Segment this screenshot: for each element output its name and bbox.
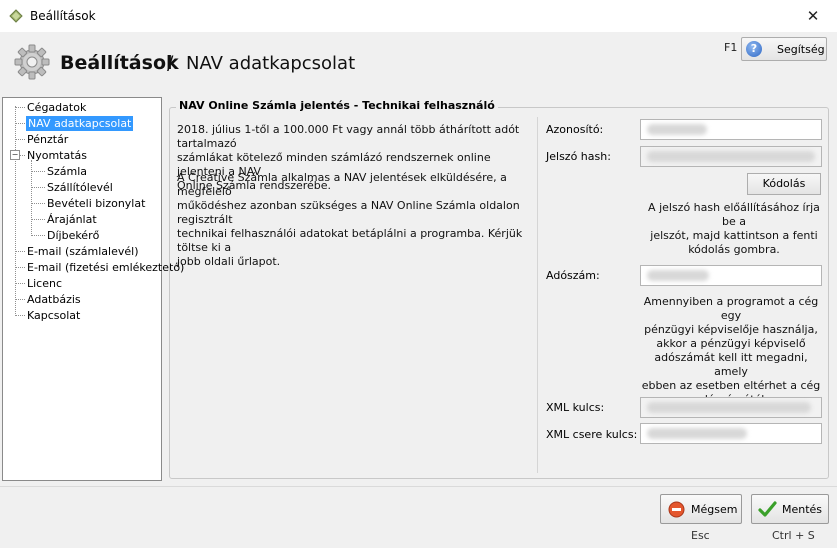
- save-shortcut: Ctrl + S: [772, 529, 815, 542]
- tree-line: [31, 171, 45, 172]
- breadcrumb-separator: /: [167, 52, 174, 74]
- cancel-icon: [668, 501, 685, 518]
- redacted-value: [647, 124, 707, 135]
- tree-line: [15, 315, 25, 316]
- tree-line: [31, 235, 45, 236]
- tree-line: [20, 155, 25, 156]
- info-paragraph-2: A Creative Számla alkalmas a NAV jelenté…: [177, 171, 532, 269]
- redacted-value: [647, 428, 747, 439]
- tree-line: [15, 107, 25, 108]
- checkmark-icon: [758, 501, 777, 517]
- redacted-value: [647, 151, 815, 162]
- tree-item-email-fizetesi-emlekezteto[interactable]: E-mail (fizetési emlékeztető): [27, 260, 184, 275]
- azonosito-label: Azonosító:: [546, 123, 604, 136]
- adoszam-label: Adószám:: [546, 269, 600, 282]
- vertical-divider: [537, 117, 538, 473]
- tree-line: [31, 203, 45, 204]
- tree-item-szamla[interactable]: Számla: [47, 164, 87, 179]
- settings-tree[interactable]: − Cégadatok NAV adatkapcsolat Pénztár Ny…: [2, 97, 184, 481]
- info-line: 2018. július 1-től a 100.000 Ft vagy ann…: [177, 123, 520, 150]
- page-subtitle: NAV adatkapcsolat: [186, 53, 356, 74]
- tree-item-licenc[interactable]: Licenc: [27, 276, 62, 291]
- note-line: pénzügyi képviselője használja,: [644, 323, 818, 336]
- gear-icon: [14, 44, 50, 80]
- adoszam-note: Amennyiben a programot a cég egy pénzügy…: [640, 295, 822, 407]
- note-line: akkor a pénzügyi képviselő: [656, 337, 806, 350]
- tree-item-email-szamlalevel[interactable]: E-mail (számlalevél): [27, 244, 138, 259]
- kodolas-note: A jelszó hash előállításához írja be a j…: [642, 201, 826, 257]
- tree-item-arajanlat[interactable]: Árajánlat: [47, 212, 97, 227]
- tree-line: [15, 283, 25, 284]
- app-diamond-icon: [9, 9, 23, 23]
- redacted-value: [647, 402, 811, 413]
- close-button[interactable]: ✕: [796, 4, 830, 28]
- tree-item-beveteli-bizonylat[interactable]: Bevételi bizonylat: [47, 196, 145, 211]
- groupbox-title: NAV Online Számla jelentés - Technikai f…: [176, 99, 498, 112]
- info-line: működéshez azonban szükséges a NAV Onlin…: [177, 199, 520, 226]
- azonosito-field[interactable]: [640, 119, 822, 140]
- help-button[interactable]: ? Segítség: [741, 37, 827, 61]
- info-line: jobb oldali űrlapot.: [177, 255, 281, 268]
- info-line: technikai felhasználói adatokat betáplál…: [177, 227, 523, 254]
- tree-line: [15, 139, 25, 140]
- tree-line: [31, 219, 45, 220]
- tree-item-szallitolevel[interactable]: Szállítólevél: [47, 180, 113, 195]
- save-button[interactable]: Mentés: [751, 494, 829, 524]
- note-line: kódolás gombra.: [688, 243, 780, 256]
- cancel-button-label: Mégsem: [691, 503, 738, 516]
- footer-divider: [0, 486, 837, 487]
- tree-line: [15, 251, 25, 252]
- tree-line: [31, 187, 45, 188]
- xml-csere-kulcs-label: XML csere kulcs:: [546, 428, 638, 441]
- tree-item-penztar[interactable]: Pénztár: [27, 132, 68, 147]
- tree-item-nav-adatkapcsolat[interactable]: NAV adatkapcsolat: [26, 116, 134, 131]
- page-title: Beállítások: [60, 52, 179, 74]
- note-line: A jelszó hash előállításához írja be a: [648, 201, 820, 228]
- note-line: ebben az esetben eltérhet a cég: [641, 379, 821, 392]
- jelszo-hash-label: Jelszó hash:: [546, 150, 611, 163]
- note-line: Amennyiben a programot a cég egy: [643, 295, 819, 322]
- save-button-label: Mentés: [782, 503, 823, 516]
- tree-item-adatbazis[interactable]: Adatbázis: [27, 292, 81, 307]
- title-bar: [0, 0, 837, 33]
- help-button-label: Segítség: [777, 43, 825, 56]
- collapse-toggle-icon[interactable]: −: [10, 150, 20, 160]
- note-line: adószámát kell itt megadni, amely: [654, 351, 808, 378]
- cancel-button[interactable]: Mégsem: [660, 494, 742, 524]
- adoszam-field[interactable]: [640, 265, 822, 286]
- tree-item-cegadatok[interactable]: Cégadatok: [27, 100, 86, 115]
- kodolas-button[interactable]: Kódolás: [747, 173, 821, 195]
- xml-kulcs-label: XML kulcs:: [546, 401, 605, 414]
- info-line: A Creative Számla alkalmas a NAV jelenté…: [177, 171, 507, 198]
- redacted-value: [647, 270, 709, 281]
- xml-kulcs-field[interactable]: [640, 397, 822, 418]
- jelszo-hash-field[interactable]: [640, 146, 822, 167]
- cancel-shortcut: Esc: [691, 529, 710, 542]
- tree-line: [15, 123, 25, 124]
- note-line: jelszót, majd kattintson a fenti: [650, 229, 818, 242]
- tree-line: [15, 106, 16, 316]
- window-title: Beállítások: [30, 9, 96, 23]
- tree-item-nyomtatas[interactable]: Nyomtatás: [27, 148, 87, 163]
- help-icon: ?: [746, 41, 762, 57]
- help-shortcut-label: F1: [724, 41, 738, 54]
- xml-csere-kulcs-field[interactable]: [640, 423, 822, 444]
- tree-line: [15, 299, 25, 300]
- tree-item-kapcsolat[interactable]: Kapcsolat: [27, 308, 80, 323]
- tree-line: [15, 267, 25, 268]
- tree-item-dijbekero[interactable]: Díjbekérő: [47, 228, 99, 243]
